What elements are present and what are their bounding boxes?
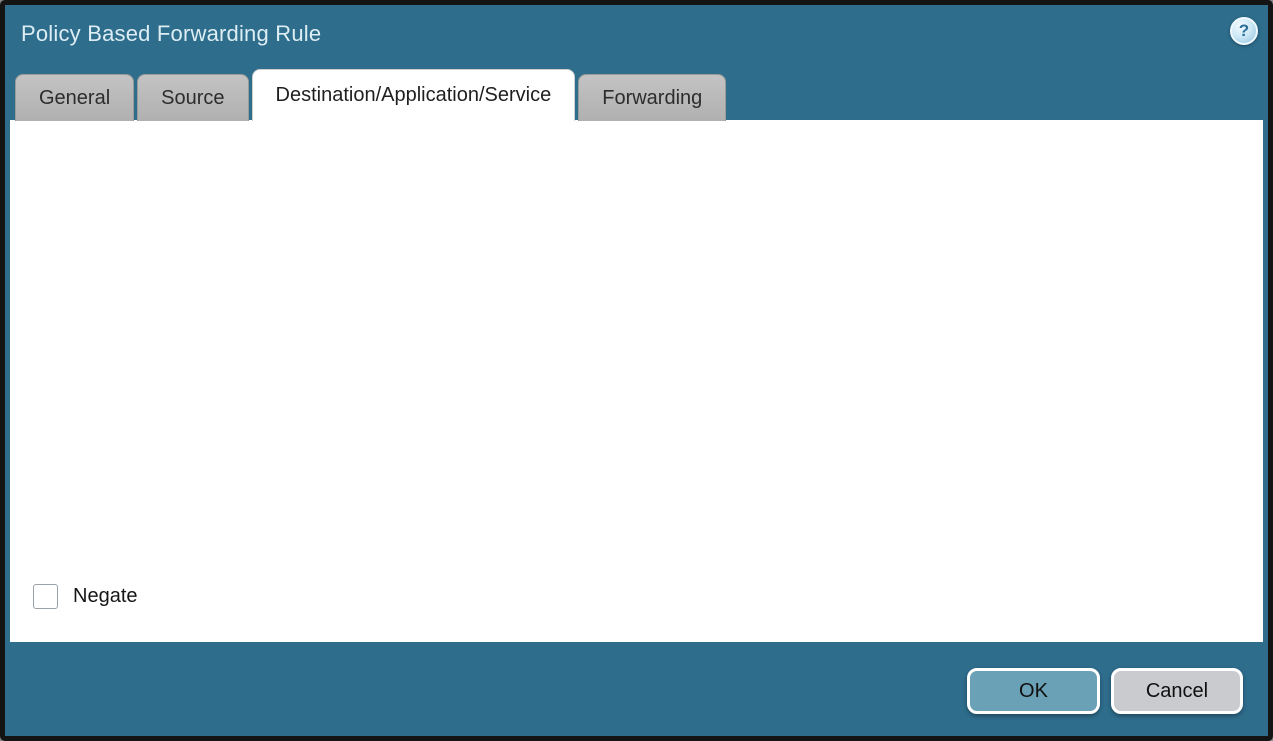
tab-content-panel xyxy=(10,120,1263,642)
dialog-title: Policy Based Forwarding Rule xyxy=(21,21,321,47)
tab-destination-application-service[interactable]: Destination/Application/Service xyxy=(252,69,576,121)
negate-label: Negate xyxy=(73,585,138,608)
negate-option: Negate xyxy=(33,584,138,609)
tab-forwarding[interactable]: Forwarding xyxy=(578,74,726,121)
negate-checkbox[interactable] xyxy=(33,584,58,609)
tab-bar: General Source Destination/Application/S… xyxy=(15,69,729,121)
ok-button[interactable]: OK xyxy=(967,668,1100,714)
tab-general[interactable]: General xyxy=(15,74,134,121)
policy-based-forwarding-dialog: Policy Based Forwarding Rule ? General S… xyxy=(0,0,1273,741)
help-icon[interactable]: ? xyxy=(1230,17,1258,45)
cancel-button[interactable]: Cancel xyxy=(1111,668,1243,714)
tab-source[interactable]: Source xyxy=(137,74,248,121)
